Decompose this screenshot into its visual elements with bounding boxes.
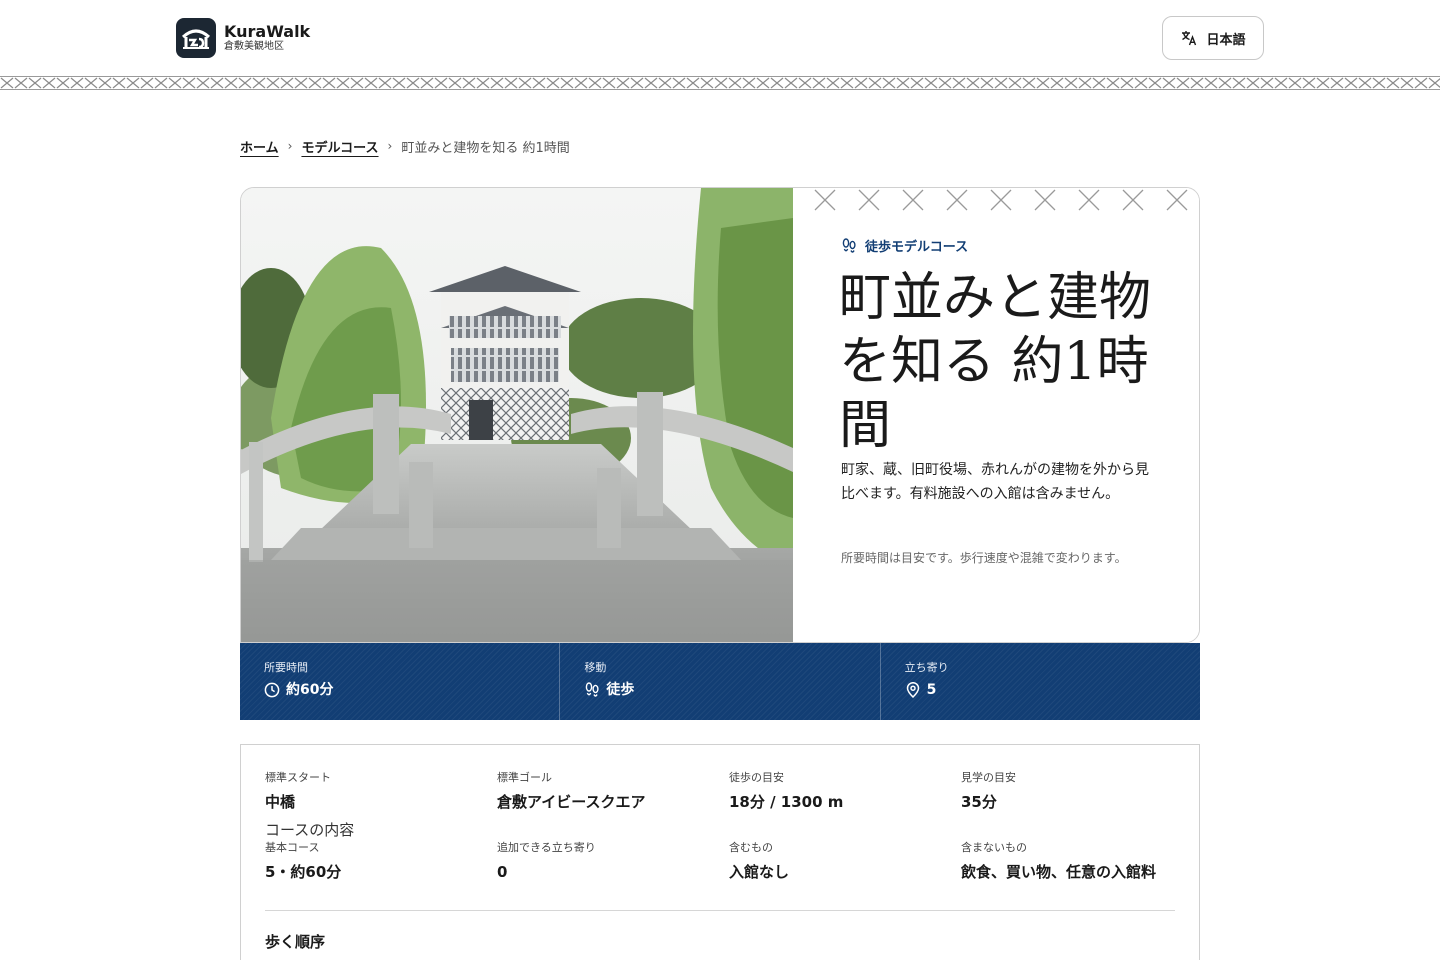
stat-value: 徒歩 bbox=[606, 682, 635, 698]
breadcrumb-courses-link[interactable]: モデルコース bbox=[301, 137, 378, 156]
detail-included: 含むもの 入館なし bbox=[729, 841, 790, 881]
stat-label: 所要時間 bbox=[264, 661, 308, 674]
course-photo bbox=[241, 188, 793, 642]
language-button[interactable]: 日本語 bbox=[1162, 16, 1264, 60]
stat-label: 移動 bbox=[584, 661, 607, 674]
clock-icon bbox=[264, 682, 280, 698]
course-description: 町家、蔵、旧町役場、赤れんがの建物を外から見比べます。有料施設への入館は含みませ… bbox=[841, 462, 1149, 502]
duration-note: 所要時間は目安です。歩行速度や混雑で変わります。 bbox=[841, 551, 1127, 565]
site-header: KuraWalk 倉敷美観地区 日本語 bbox=[0, 0, 1440, 76]
detail-extra-stops: 追加できる立ち寄り 0 bbox=[497, 841, 596, 881]
breadcrumb-home-link[interactable]: ホーム bbox=[240, 137, 279, 156]
kura-logo-icon bbox=[176, 18, 216, 58]
divider bbox=[265, 910, 1175, 911]
chevron-right-icon: › bbox=[387, 139, 393, 153]
translate-icon bbox=[1182, 31, 1197, 46]
language-label: 日本語 bbox=[1206, 32, 1246, 48]
stat-stops: 立ち寄り 5 bbox=[881, 643, 1200, 720]
course-details-card: 標準スタート 中橋 標準ゴール 倉敷アイビースクエア 徒歩の目安 18分 / 1… bbox=[240, 744, 1200, 960]
footprints-icon bbox=[842, 237, 856, 253]
brand-subtitle: 倉敷美観地区 bbox=[224, 41, 284, 52]
detail-goal: 標準ゴール 倉敷アイビースクエア bbox=[497, 771, 646, 811]
breadcrumb-current: 町並みと建物を知る 約1時間 bbox=[401, 140, 570, 156]
course-stats-bar: 所要時間 約60分 移動 徒歩 立ち寄り 5 bbox=[240, 643, 1200, 720]
detail-walking: 徒歩の目安 18分 / 1300 m bbox=[729, 771, 844, 811]
breadcrumb: ホーム › モデルコース › 町並みと建物を知る 約1時間 bbox=[240, 136, 570, 156]
detail-base-course: 基本コース 5・約60分 bbox=[265, 841, 342, 881]
stat-transport: 移動 徒歩 bbox=[560, 643, 881, 720]
stat-duration: 所要時間 約60分 bbox=[240, 643, 561, 720]
course-contents-heading: コースの内容 bbox=[265, 821, 355, 839]
walking-order-heading: 歩く順序 bbox=[265, 933, 326, 951]
chevron-right-icon: › bbox=[287, 139, 293, 153]
page-title: 町並みと建物を知る 約1時間 bbox=[839, 268, 1152, 456]
detail-start: 標準スタート 中橋 bbox=[265, 771, 331, 811]
stat-label: 立ち寄り bbox=[904, 661, 949, 674]
detail-excluded: 含まないもの 飲食、買い物、任意の入館料 bbox=[961, 841, 1157, 881]
stat-value: 約60分 bbox=[286, 682, 334, 698]
map-pin-icon bbox=[906, 682, 919, 698]
course-kind-label: 徒歩モデルコース bbox=[865, 240, 969, 255]
decorative-pattern-band bbox=[0, 76, 1440, 90]
footprints-icon bbox=[586, 682, 599, 697]
detail-sightseeing: 見学の目安 35分 bbox=[961, 771, 1016, 811]
brand-logo[interactable]: KuraWalk 倉敷美観地区 bbox=[176, 18, 310, 58]
decorative-x-pattern bbox=[814, 189, 1188, 211]
brand-name: KuraWalk bbox=[224, 22, 311, 41]
stat-value: 5 bbox=[926, 682, 937, 698]
course-hero-card: 徒歩モデルコース 町並みと建物を知る 約1時間 町家、蔵、旧町役場、赤れんがの建… bbox=[240, 187, 1200, 643]
